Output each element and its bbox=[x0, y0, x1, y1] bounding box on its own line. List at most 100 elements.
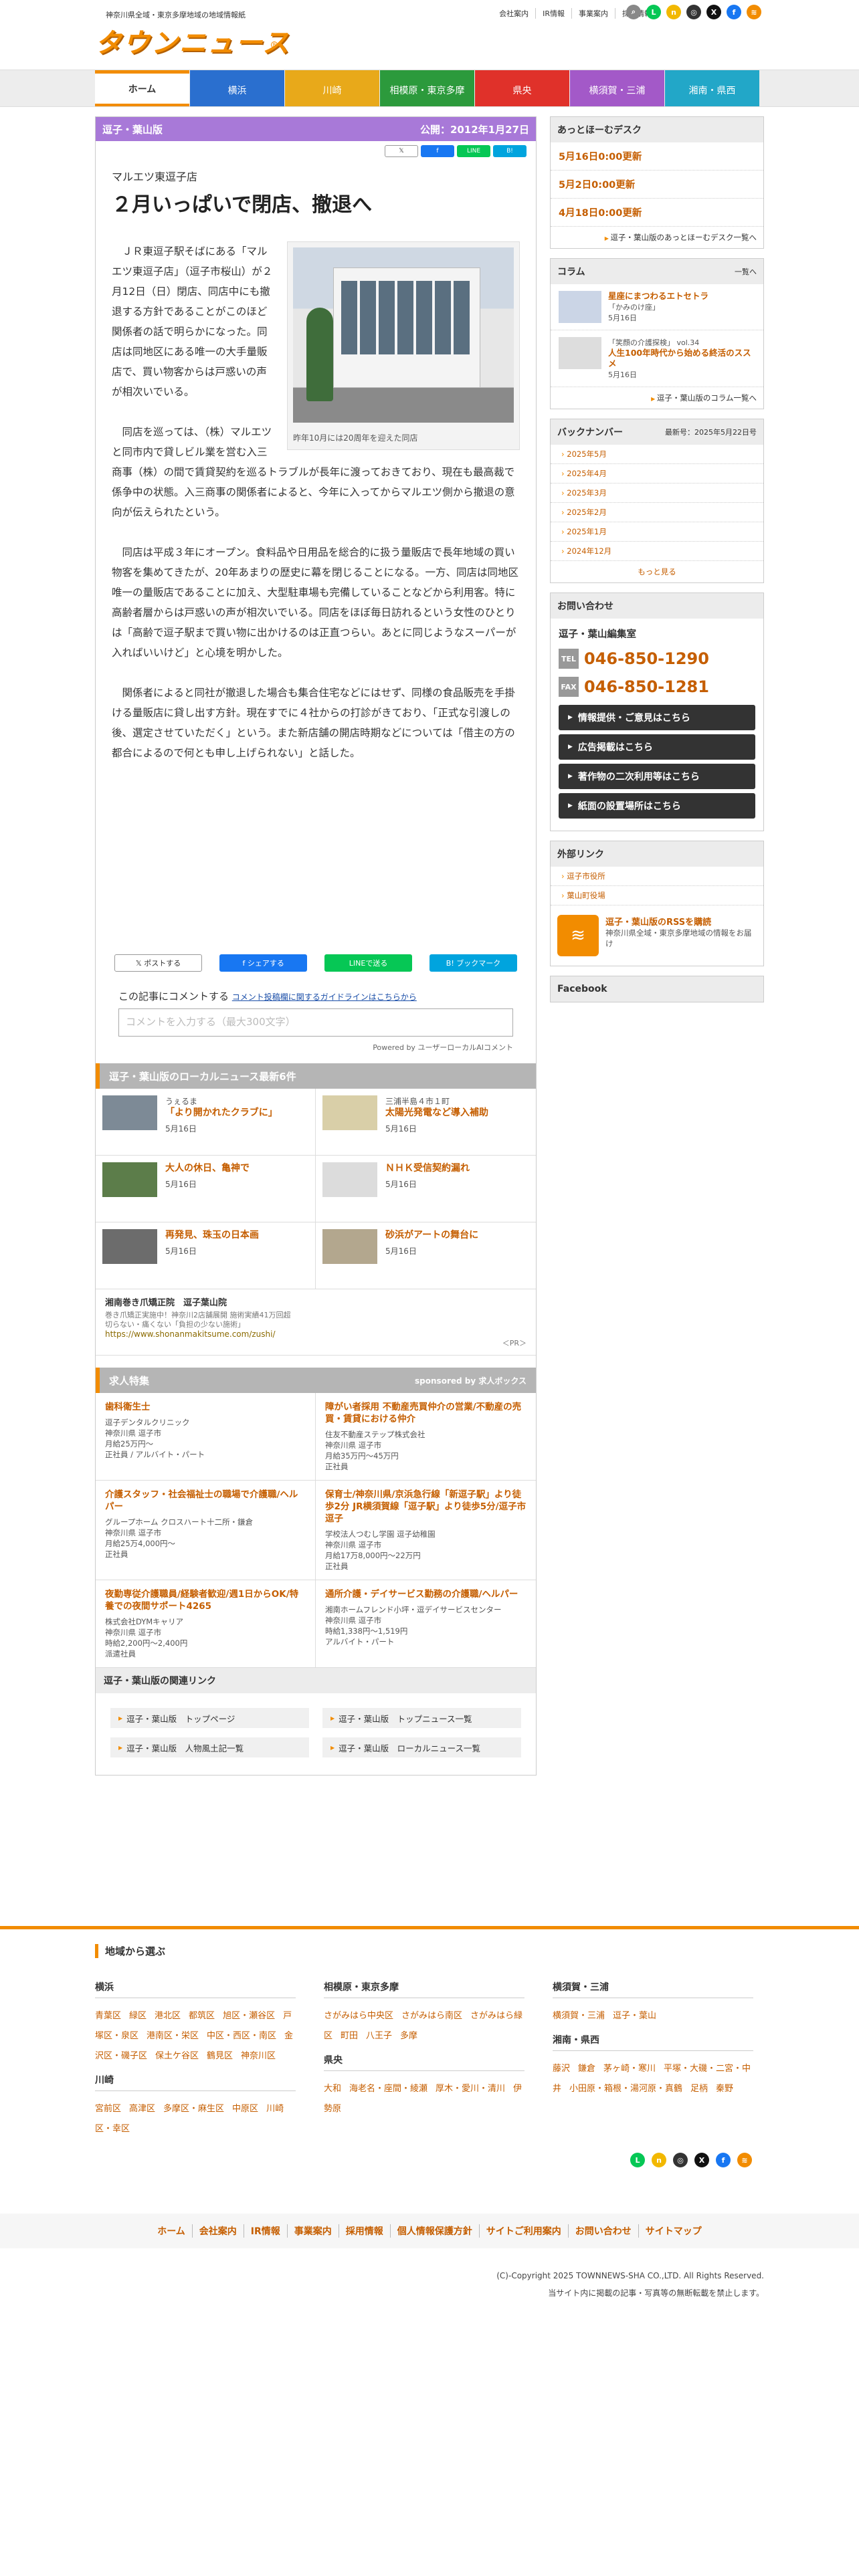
local-news-item[interactable]: ＮＨＫ受信契約漏れ 5月16日 bbox=[316, 1156, 536, 1222]
region-link[interactable]: さがみはら中央区 bbox=[324, 2011, 393, 2021]
instagram-icon[interactable]: ◎ bbox=[686, 5, 701, 19]
region-link[interactable]: 大和 bbox=[324, 2084, 341, 2094]
footer-nav-link[interactable]: 事業案内 bbox=[286, 2224, 339, 2238]
region-link[interactable]: 高津区 bbox=[129, 2104, 155, 2114]
nav-tab[interactable]: 横浜 bbox=[190, 70, 284, 106]
footer-nav-link[interactable]: サイトマップ bbox=[638, 2224, 708, 2238]
share-line-button[interactable]: LINEで送る bbox=[324, 954, 413, 972]
rss-icon[interactable]: ≋ bbox=[737, 2153, 752, 2167]
rss-icon[interactable]: ≋ bbox=[747, 5, 761, 19]
region-link[interactable]: 青葉区 bbox=[95, 2011, 121, 2021]
desk-item[interactable]: 5月16日0:00更新 bbox=[551, 142, 763, 171]
comment-guideline-link[interactable]: コメント投稿欄に関するガイドラインはこちらから bbox=[232, 992, 417, 1002]
job-title[interactable]: 保育士/神奈川県/京浜急行線「新逗子駅」より徒歩2分 JR横須賀線「逗子駅」より… bbox=[325, 1489, 527, 1525]
region-link[interactable]: 多摩 bbox=[400, 2031, 417, 2041]
local-news-item[interactable]: 大人の休日、亀神で 5月16日 bbox=[96, 1156, 316, 1222]
top-link-business[interactable]: 事業案内 bbox=[571, 8, 615, 19]
desk-more-link[interactable]: 逗子・葉山版のあっとほーむデスク一覧へ bbox=[551, 227, 763, 248]
top-link-company[interactable]: 会社案内 bbox=[492, 8, 535, 19]
note-icon[interactable]: n bbox=[666, 5, 681, 19]
region-link[interactable]: 港北区 bbox=[155, 2011, 181, 2021]
region-link[interactable]: 横須賀・三浦 bbox=[553, 2011, 605, 2021]
share-hatena-button[interactable]: B! ブックマーク bbox=[430, 954, 517, 972]
search-icon[interactable]: ⌕ bbox=[626, 5, 641, 19]
ad-button[interactable]: 広告掲載はこちら bbox=[559, 734, 755, 760]
news-title[interactable]: 「より開かれたクラブに」 bbox=[165, 1107, 278, 1119]
job-item[interactable]: 障がい者採用 不動産売買仲介の営業/不動産の売買・賃貸における仲介 住友不動産ステ… bbox=[316, 1393, 536, 1481]
job-title[interactable]: 障がい者採用 不動産売買仲介の営業/不動産の売買・賃貸における仲介 bbox=[325, 1401, 527, 1425]
region-link[interactable]: 多摩区・麻生区 bbox=[163, 2104, 224, 2114]
share-hatena-small[interactable]: B! bbox=[493, 145, 527, 157]
region-link[interactable]: 都筑区 bbox=[189, 2011, 215, 2021]
region-link[interactable]: 茅ヶ崎・寒川 bbox=[603, 2064, 656, 2074]
comment-input[interactable]: コメントを入力する（最大300文字） bbox=[118, 1008, 513, 1037]
footer-nav-link[interactable]: お問い合わせ bbox=[567, 2224, 638, 2238]
line-icon[interactable]: L bbox=[630, 2153, 645, 2167]
region-link[interactable]: 宮前区 bbox=[95, 2104, 121, 2114]
region-link[interactable]: 旭区・瀬谷区 bbox=[223, 2011, 275, 2021]
local-news-item[interactable]: 再発見、珠玉の日本画 5月16日 bbox=[96, 1222, 316, 1289]
region-link[interactable]: 緑区 bbox=[129, 2011, 147, 2021]
x-icon[interactable]: X bbox=[694, 2153, 709, 2167]
backnumber-item[interactable]: 2025年2月 bbox=[551, 503, 763, 522]
backnumber-item[interactable]: 2025年5月 bbox=[551, 445, 763, 464]
job-item[interactable]: 歯科衛生士 逗子デンタルクリニック 神奈川県 逗子市 月給25万円〜 正社員 / アルバ… bbox=[96, 1393, 316, 1481]
region-link[interactable]: 厚木・愛川・清川 bbox=[436, 2084, 505, 2094]
region-link[interactable]: 小田原・箱根・湯河原・真鶴 bbox=[569, 2084, 682, 2094]
backnumber-item[interactable]: 2025年4月 bbox=[551, 464, 763, 484]
site-logo[interactable]: タウンニュース bbox=[95, 21, 290, 60]
article-photo[interactable] bbox=[293, 247, 514, 423]
column-more-link[interactable]: 逗子・葉山版のコラム一覧へ bbox=[551, 387, 763, 409]
local-news-item[interactable]: 砂浜がアートの舞台に 5月16日 bbox=[316, 1222, 536, 1289]
job-title[interactable]: 通所介護・デイサービス勤務の介護職/ヘルパー bbox=[325, 1588, 527, 1600]
share-facebook-button[interactable]: f シェアする bbox=[219, 954, 308, 972]
job-item[interactable]: 通所介護・デイサービス勤務の介護職/ヘルパー 湘南ホームフレンド小坪・逗デイサービ… bbox=[316, 1580, 536, 1668]
footer-nav-link[interactable]: 会社案内 bbox=[191, 2224, 244, 2238]
local-news-item[interactable]: 三浦半島４市１町 太陽光発電など導入補助 5月16日 bbox=[316, 1089, 536, 1156]
related-link[interactable]: 逗子・葉山版 トップページ bbox=[110, 1708, 309, 1728]
rss-box[interactable]: ≋ 逗子・葉山版のRSSを購読 神奈川県全域・東京多摩地域の情報をお届け bbox=[551, 905, 763, 966]
share-line-small[interactable]: LINE bbox=[457, 145, 490, 157]
job-title[interactable]: 夜勤専従介護職員/経験者歓迎/週1日からOK/特養での夜間サポート4265 bbox=[105, 1588, 306, 1612]
news-title[interactable]: 大人の休日、亀神で bbox=[165, 1162, 250, 1174]
news-title[interactable]: ＮＨＫ受信契約漏れ bbox=[385, 1162, 470, 1174]
region-link[interactable]: 港南区・栄区 bbox=[147, 2031, 199, 2041]
share-x-button[interactable]: 𝕏 ポストする bbox=[114, 954, 203, 972]
footer-nav-link[interactable]: IR情報 bbox=[243, 2224, 287, 2238]
local-news-item[interactable]: うぇるま 「より開かれたクラブに」 5月16日 bbox=[96, 1089, 316, 1156]
backnumber-more[interactable]: もっと見る bbox=[551, 561, 763, 582]
region-link[interactable]: 町田 bbox=[341, 2031, 358, 2041]
region-link[interactable]: さがみはら南区 bbox=[401, 2011, 462, 2021]
related-link[interactable]: 逗子・葉山版 ローカルニュース一覧 bbox=[322, 1737, 521, 1757]
ad-url[interactable]: https://www.shonanmakitsume.com/zushi/ bbox=[105, 1329, 527, 1339]
external-link[interactable]: 逗子市役所 bbox=[551, 867, 763, 886]
region-link[interactable]: 中原区 bbox=[232, 2104, 258, 2114]
related-link[interactable]: 逗子・葉山版 人物風土記一覧 bbox=[110, 1737, 309, 1757]
copyright-button[interactable]: 著作物の二次利用等はこちら bbox=[559, 764, 755, 789]
nav-tab[interactable]: 相模原・東京多摩 bbox=[380, 70, 474, 106]
desk-item[interactable]: 5月2日0:00更新 bbox=[551, 171, 763, 199]
distribution-button[interactable]: 紙面の設置場所はこちら bbox=[559, 793, 755, 819]
pr-ad[interactable]: 湘南巻き爪矯正院 逗子葉山院 巻き爪矯正実施中！神奈川2店舗展開 施術実績41万… bbox=[96, 1289, 536, 1356]
news-title[interactable]: 太陽光発電など導入補助 bbox=[385, 1107, 488, 1119]
facebook-icon[interactable]: f bbox=[727, 5, 741, 19]
ad-title[interactable]: 湘南巻き爪矯正院 逗子葉山院 bbox=[105, 1299, 527, 1308]
region-link[interactable]: 海老名・座間・綾瀬 bbox=[349, 2084, 427, 2094]
nav-tab[interactable]: 湘南・県西 bbox=[665, 70, 759, 106]
region-link[interactable]: 中区・西区・南区 bbox=[207, 2031, 276, 2041]
job-item[interactable]: 介護スタッフ・社会福祉士の職場で介護職/ヘルパー グループホーム クロスハート十二… bbox=[96, 1481, 316, 1580]
backnumber-item[interactable]: 2025年3月 bbox=[551, 484, 763, 503]
backnumber-item[interactable]: 2024年12月 bbox=[551, 542, 763, 561]
region-link[interactable]: 鶴見区 bbox=[207, 2051, 233, 2061]
facebook-icon[interactable]: f bbox=[716, 2153, 731, 2167]
job-item[interactable]: 夜勤専従介護職員/経験者歓迎/週1日からOK/特養での夜間サポート4265 株式会… bbox=[96, 1580, 316, 1668]
info-button[interactable]: 情報提供・ご意見はこちら bbox=[559, 705, 755, 730]
job-item[interactable]: 保育士/神奈川県/京浜急行線「新逗子駅」より徒歩2分 JR横須賀線「逗子駅」より… bbox=[316, 1481, 536, 1580]
line-icon[interactable]: L bbox=[646, 5, 661, 19]
share-facebook-small[interactable]: f bbox=[421, 145, 454, 157]
external-link[interactable]: 葉山町役場 bbox=[551, 886, 763, 905]
related-link[interactable]: 逗子・葉山版 トップニュース一覧 bbox=[322, 1708, 521, 1728]
backnumber-item[interactable]: 2025年1月 bbox=[551, 522, 763, 542]
note-icon[interactable]: n bbox=[652, 2153, 666, 2167]
top-link-ir[interactable]: IR情報 bbox=[535, 8, 571, 19]
